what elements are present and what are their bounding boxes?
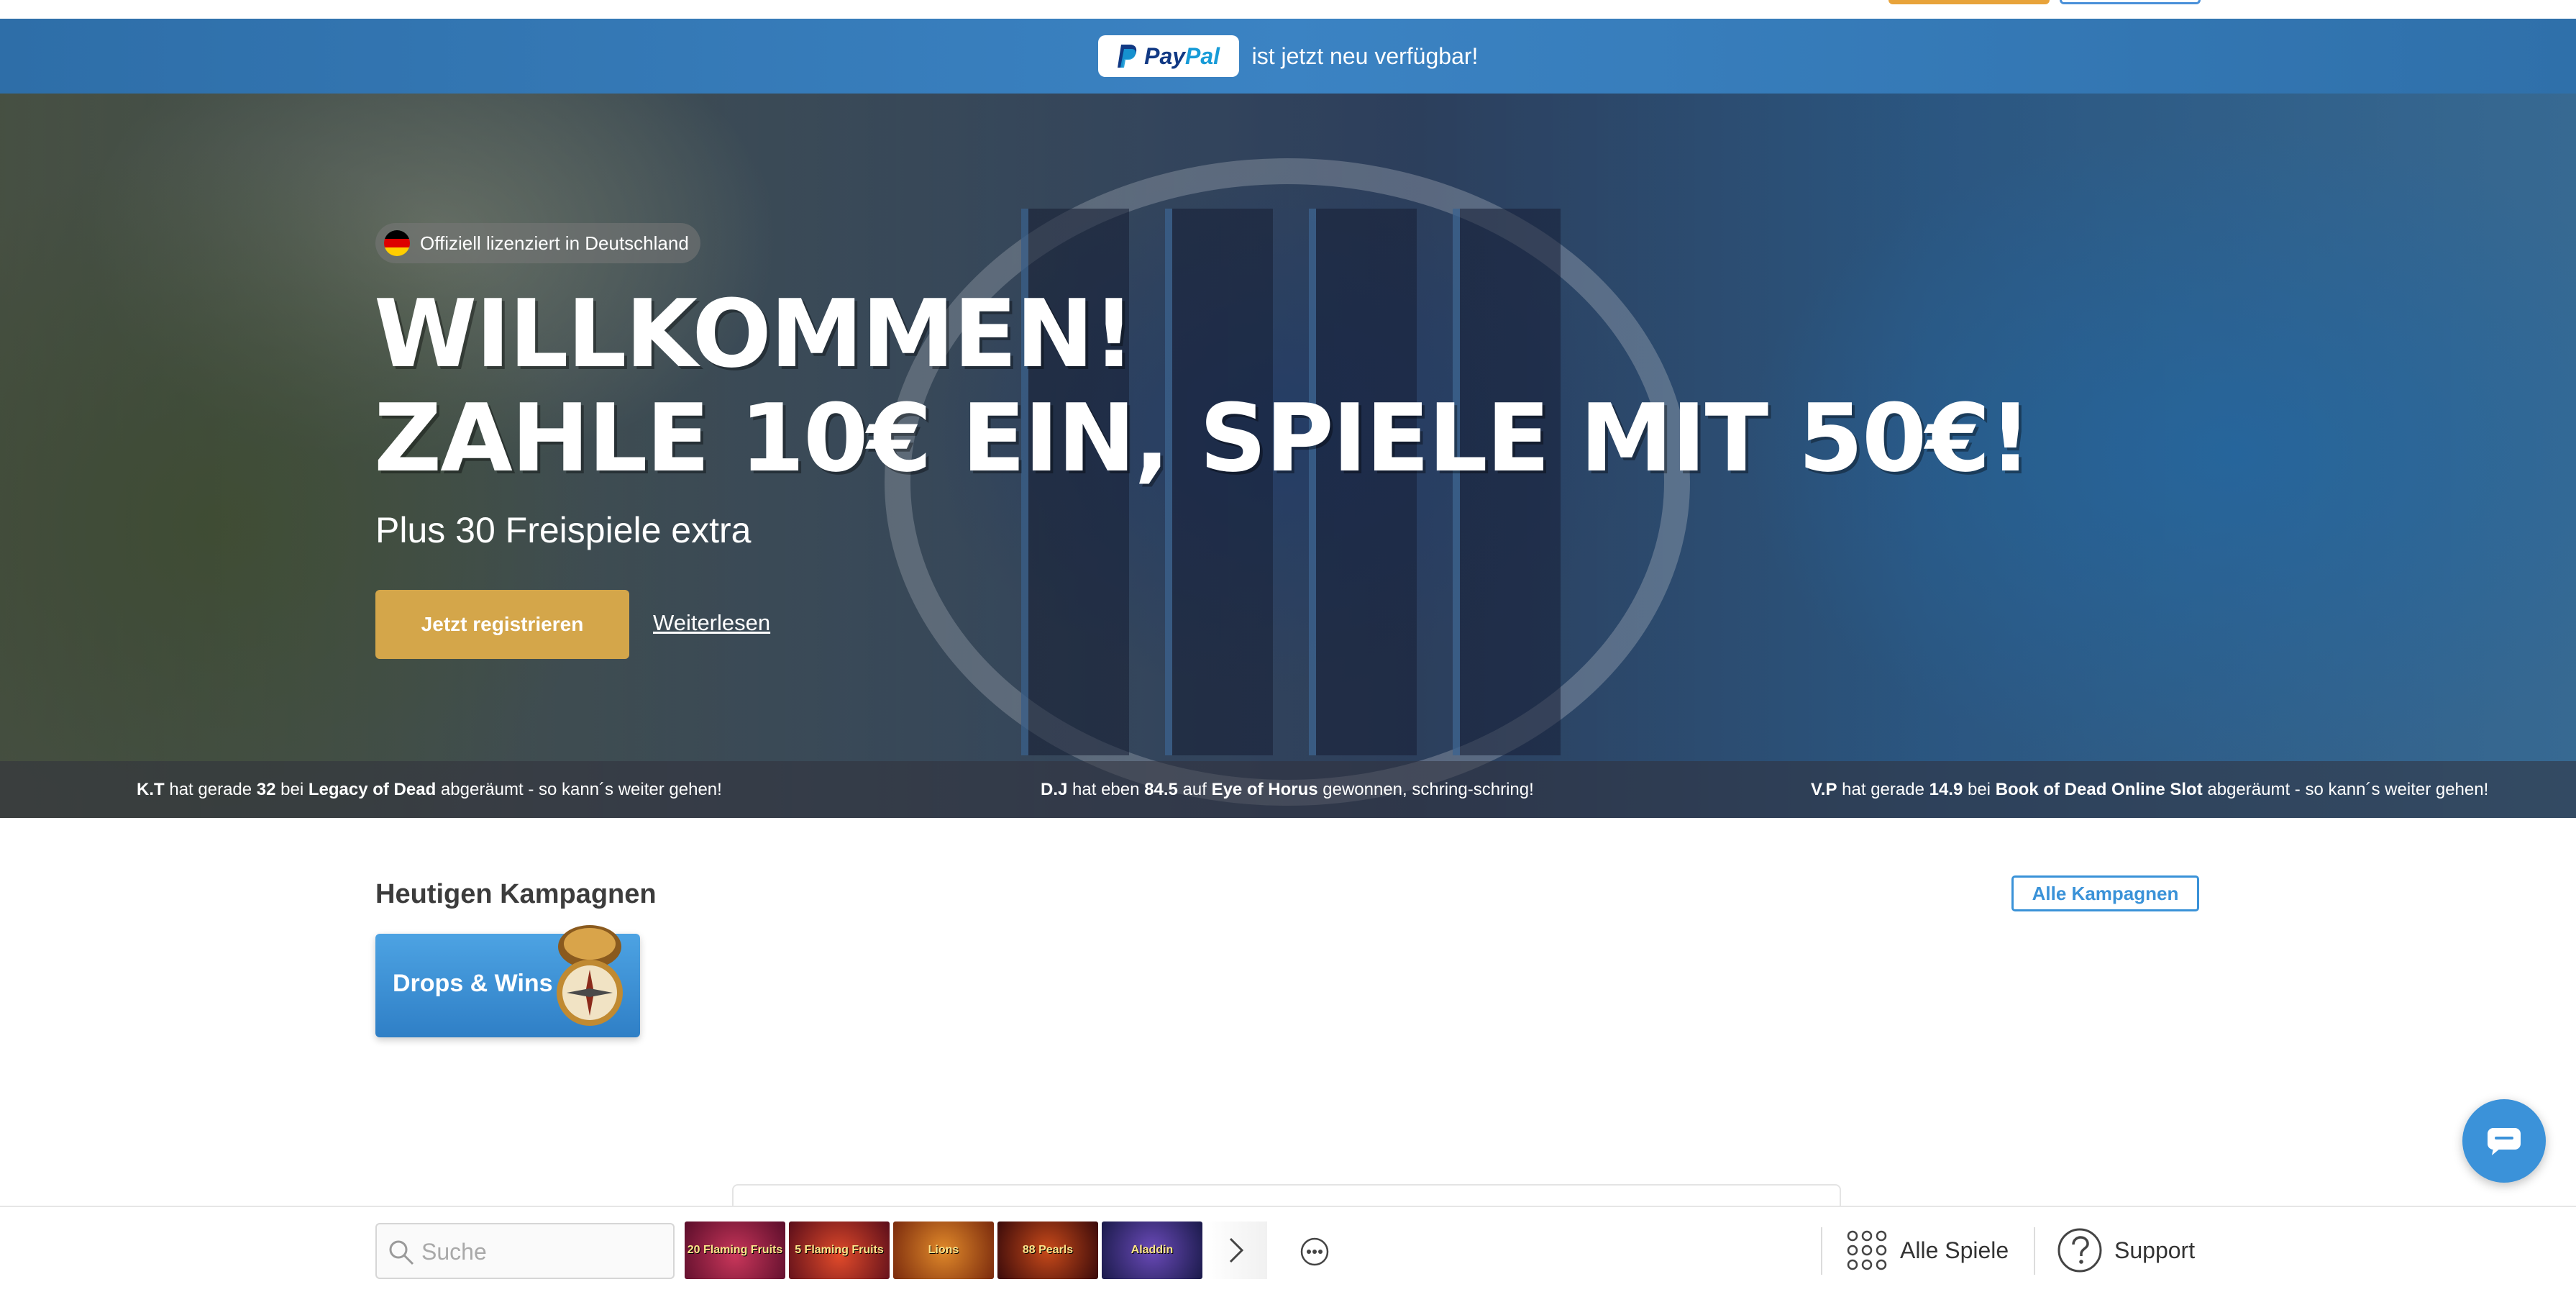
bottom-bar: 20 Flaming Fruits 5 Flaming Fruits Lions…: [0, 1206, 2576, 1292]
ticker-item: D.J hat eben 84.5 auf Eye of Horus gewon…: [1041, 779, 1534, 799]
top-button-register[interactable]: [2060, 0, 2201, 4]
help-icon: [2057, 1228, 2102, 1273]
campaigns-title: Heutigen Kampagnen: [375, 879, 657, 909]
grid-icon: [1847, 1230, 1887, 1270]
hero-title: Willkommen! Zahle 10€ ein, spiele mit 50…: [374, 279, 2032, 493]
paypal-mark-icon: [1118, 45, 1137, 68]
game-thumb-lions[interactable]: Lions: [893, 1222, 994, 1279]
license-badge: Offiziell lizenziert in Deutschland: [375, 223, 700, 263]
campaign-card-label: Drops & Wins: [393, 970, 553, 997]
game-thumb-20-flaming-fruits[interactable]: 20 Flaming Fruits: [685, 1222, 785, 1279]
bar-divider: [2034, 1227, 2035, 1275]
chat-icon: [2488, 1128, 2521, 1155]
register-button[interactable]: Jetzt registrieren: [375, 590, 629, 659]
campaign-card-drops-wins[interactable]: Drops & Wins: [375, 925, 640, 1037]
search-input[interactable]: [421, 1232, 666, 1272]
game-thumb-88-pearls[interactable]: 88 Pearls: [997, 1222, 1098, 1279]
hero-title-line-1: Willkommen!: [374, 279, 1135, 388]
germany-flag-icon: [384, 230, 410, 256]
top-strip: [0, 0, 2576, 19]
winner-ticker: K.T hat gerade 32 bei Legacy of Dead abg…: [0, 761, 2576, 818]
ticker-item: K.T hat gerade 32 bei Legacy of Dead abg…: [137, 779, 722, 799]
game-thumb-aladdin[interactable]: Aladdin: [1102, 1222, 1202, 1279]
ticker-item: V.P hat gerade 14.9 bei Book of Dead Onl…: [1811, 779, 2489, 799]
paypal-announcement-bar[interactable]: PayPal ist jetzt neu verfügbar!: [0, 19, 2576, 94]
games-scroll-right-button[interactable]: [1205, 1222, 1267, 1279]
paypal-message: ist jetzt neu verfügbar!: [1251, 42, 1479, 69]
read-more-link[interactable]: Weiterlesen: [653, 610, 770, 636]
support-label: Support: [2114, 1237, 2196, 1263]
chevron-right-icon: [1229, 1237, 1244, 1263]
paypal-wordmark: PayPal: [1144, 42, 1220, 69]
all-games-label: Alle Spiele: [1900, 1237, 2009, 1263]
all-campaigns-button[interactable]: Alle Kampagnen: [2011, 875, 2199, 911]
content-panel-edge: [732, 1184, 1841, 1206]
hero-subtitle: Plus 30 Freispiele extra: [375, 510, 752, 550]
all-games-button[interactable]: Alle Spiele: [1845, 1226, 2009, 1275]
support-button[interactable]: Support: [2057, 1226, 2195, 1275]
paypal-logo: PayPal: [1097, 35, 1239, 77]
game-thumb-5-flaming-fruits[interactable]: 5 Flaming Fruits: [789, 1222, 890, 1279]
bar-divider: [1821, 1227, 1822, 1275]
compass-icon: [557, 925, 623, 1026]
search-icon: [389, 1240, 414, 1265]
more-options-icon[interactable]: [1300, 1237, 1329, 1266]
license-text: Offiziell lizenziert in Deutschland: [420, 232, 689, 254]
hero-banner: Offiziell lizenziert in Deutschland Will…: [0, 94, 2576, 818]
search-box[interactable]: [375, 1223, 675, 1279]
chat-button[interactable]: [2462, 1099, 2546, 1183]
hero-title-line-2: Zahle 10€ ein, spiele mit 50€!: [374, 383, 2032, 493]
top-button-login[interactable]: [1888, 0, 2050, 4]
